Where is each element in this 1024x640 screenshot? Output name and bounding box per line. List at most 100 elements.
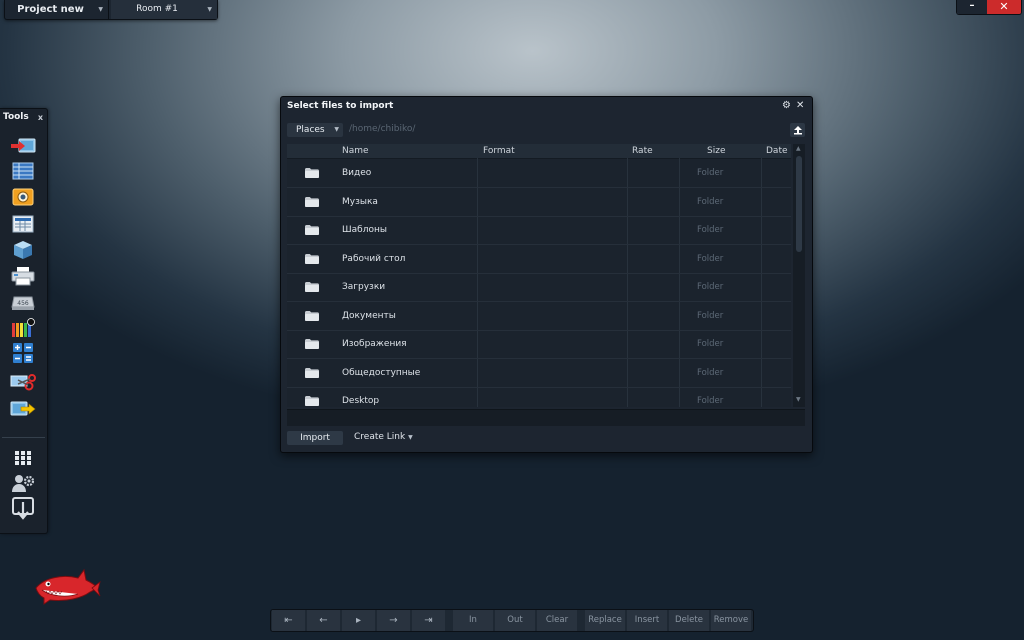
import-button[interactable]: Import bbox=[287, 431, 343, 445]
column-rate[interactable]: Rate bbox=[632, 144, 653, 158]
table-row[interactable]: Шаблоны Folder bbox=[287, 216, 791, 245]
gear-icon[interactable]: ⚙ bbox=[782, 100, 791, 111]
camera-tool[interactable] bbox=[10, 186, 36, 208]
import-tool[interactable] bbox=[10, 135, 36, 157]
column-size[interactable]: Size bbox=[707, 144, 725, 158]
printer-tool[interactable] bbox=[10, 265, 36, 287]
folder-icon bbox=[305, 396, 319, 406]
project-selector[interactable]: Project new ▼ bbox=[5, 0, 109, 19]
export-tool[interactable] bbox=[10, 398, 36, 420]
column-format[interactable]: Format bbox=[483, 144, 515, 158]
remove-button[interactable]: Remove bbox=[711, 610, 751, 631]
table-row[interactable]: Desktop Folder bbox=[287, 387, 791, 407]
file-name: Изображения bbox=[342, 339, 407, 349]
chevron-down-icon: ▼ bbox=[408, 434, 413, 441]
transport-spacer bbox=[447, 610, 451, 631]
scanner-icon: 456 bbox=[11, 296, 35, 310]
go-start-button[interactable]: ⇤ bbox=[272, 610, 305, 631]
printer-icon bbox=[11, 267, 35, 286]
previous-button[interactable]: ← bbox=[307, 610, 340, 631]
scrollbar-thumb[interactable] bbox=[796, 156, 802, 252]
delete-button[interactable]: Delete bbox=[669, 610, 709, 631]
table-row[interactable]: Рабочий стол Folder bbox=[287, 245, 791, 274]
folder-icon bbox=[305, 368, 319, 378]
close-button[interactable]: ✕ bbox=[987, 0, 1021, 14]
file-name: Общедоступные bbox=[342, 368, 421, 378]
up-arrow-icon bbox=[793, 126, 802, 135]
replace-button[interactable]: Replace bbox=[585, 610, 625, 631]
calculator-icon bbox=[13, 343, 33, 363]
horizontal-scrollbar[interactable] bbox=[287, 409, 805, 426]
download-icon bbox=[12, 497, 34, 520]
table-row[interactable]: Видео Folder bbox=[287, 159, 791, 188]
file-size: Folder bbox=[697, 396, 724, 406]
column-name[interactable]: Name bbox=[342, 144, 369, 158]
file-size: Folder bbox=[697, 339, 724, 349]
shark-logo-icon bbox=[35, 568, 101, 605]
file-list: Name Format Rate Size Date Видео Folder … bbox=[287, 144, 791, 407]
top-bar: Project new ▼ Room #1 ▼ bbox=[4, 0, 218, 20]
list-tool[interactable] bbox=[10, 160, 36, 182]
folder-icon bbox=[305, 282, 319, 292]
transport-bar: ⇤ ← ▸ → ⇥ In Out Clear Replace Insert De… bbox=[270, 609, 754, 632]
tools-divider bbox=[2, 437, 45, 438]
play-button[interactable]: ▸ bbox=[342, 610, 375, 631]
insert-button[interactable]: Insert bbox=[627, 610, 667, 631]
room-selector[interactable]: Room #1 ▼ bbox=[111, 0, 217, 19]
users-settings-tool[interactable] bbox=[10, 472, 36, 494]
cube-tool[interactable] bbox=[10, 239, 36, 261]
chevron-down-icon: ▼ bbox=[207, 6, 212, 13]
cut-tool[interactable] bbox=[10, 371, 36, 393]
users-gear-icon bbox=[12, 475, 35, 492]
file-name: Видео bbox=[342, 168, 372, 178]
import-dialog: Select files to import ⚙ ✕ Places ▼ /hom… bbox=[280, 96, 813, 453]
clear-button[interactable]: Clear bbox=[537, 610, 577, 631]
table-row[interactable]: Изображения Folder bbox=[287, 330, 791, 359]
go-end-button[interactable]: ⇥ bbox=[412, 610, 445, 631]
column-date[interactable]: Date bbox=[766, 144, 788, 158]
create-link-dropdown[interactable]: Create Link ▼ bbox=[354, 432, 413, 442]
list-header: Name Format Rate Size Date bbox=[287, 144, 791, 159]
table-row[interactable]: Общедоступные Folder bbox=[287, 359, 791, 388]
apps-grid-icon bbox=[15, 451, 31, 465]
scissors-icon bbox=[10, 374, 36, 391]
colors-tool[interactable] bbox=[10, 317, 36, 339]
calculator-tool[interactable] bbox=[10, 342, 36, 364]
parent-folder-button[interactable] bbox=[790, 123, 805, 137]
table-tool[interactable] bbox=[10, 213, 36, 235]
camera-icon bbox=[12, 188, 34, 206]
places-dropdown[interactable]: Places ▼ bbox=[287, 123, 343, 137]
table-row[interactable]: Загрузки Folder bbox=[287, 273, 791, 302]
folder-icon bbox=[305, 311, 319, 321]
folder-icon bbox=[305, 254, 319, 264]
scroll-down-icon[interactable]: ▼ bbox=[796, 396, 801, 403]
mark-in-button[interactable]: In bbox=[453, 610, 493, 631]
color-pencils-icon bbox=[12, 318, 35, 337]
pin-icon[interactable]: x bbox=[38, 109, 43, 126]
chevron-down-icon: ▼ bbox=[98, 6, 103, 13]
next-button[interactable]: → bbox=[377, 610, 410, 631]
minimize-button[interactable]: – bbox=[957, 0, 987, 14]
file-name: Рабочий стол bbox=[342, 254, 406, 264]
file-size: Folder bbox=[697, 225, 724, 235]
file-name: Загрузки bbox=[342, 282, 386, 292]
vertical-scrollbar[interactable]: ▲ ▼ bbox=[793, 144, 805, 407]
arrow-into-screen-icon bbox=[11, 138, 36, 153]
mark-out-button[interactable]: Out bbox=[495, 610, 535, 631]
file-size: Folder bbox=[697, 368, 724, 378]
close-icon[interactable]: ✕ bbox=[796, 100, 804, 111]
tools-title-label: Tools bbox=[3, 112, 29, 122]
file-name: Шаблоны bbox=[342, 225, 387, 235]
scanner-tool[interactable]: 456 bbox=[10, 291, 36, 313]
folder-icon bbox=[305, 225, 319, 235]
table-row[interactable]: Документы Folder bbox=[287, 302, 791, 331]
scroll-up-icon[interactable]: ▲ bbox=[796, 145, 801, 152]
tools-panel: Tools x 456 bbox=[0, 108, 48, 534]
apps-tool[interactable] bbox=[10, 447, 36, 469]
window-controls: – ✕ bbox=[956, 0, 1022, 15]
file-size: Folder bbox=[697, 254, 724, 264]
download-tool[interactable] bbox=[10, 497, 36, 521]
list-icon bbox=[12, 162, 34, 180]
path-field[interactable]: /home/chibiko/ bbox=[349, 124, 415, 134]
table-row[interactable]: Музыка Folder bbox=[287, 188, 791, 217]
